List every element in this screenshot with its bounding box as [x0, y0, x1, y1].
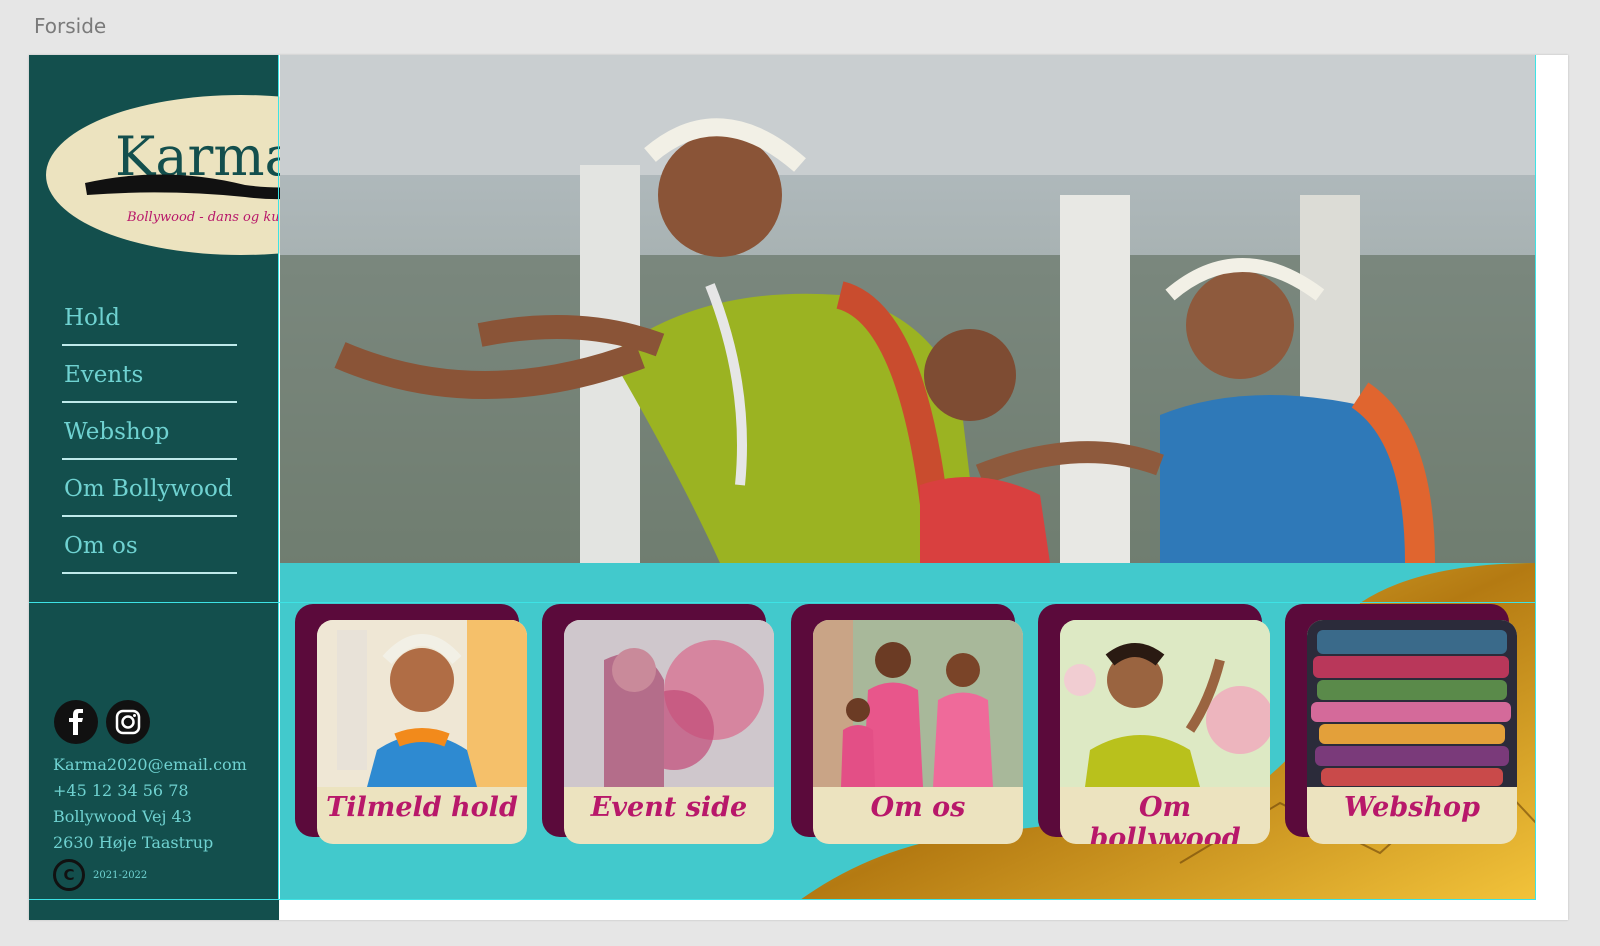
- copyright-years: 2021-2022: [93, 869, 148, 881]
- card-front: Om bollywood: [1060, 620, 1270, 844]
- main-nav: Hold Events Webshop Om Bollywood Om os: [62, 295, 237, 580]
- layout-guide: [29, 899, 1536, 900]
- contact-phone: +45 12 34 56 78: [53, 781, 189, 800]
- contact-city: 2630 Høje Taastrup: [53, 833, 214, 852]
- card-front: Tilmeld hold: [317, 620, 527, 844]
- contact-email[interactable]: Karma2020@email.com: [53, 752, 247, 778]
- card-label: Webshop: [1344, 792, 1480, 823]
- facebook-icon[interactable]: [54, 700, 98, 744]
- page-frame: Karma Bollywood - dans og kultur Hold Ev…: [29, 55, 1568, 920]
- card-photo: [1307, 620, 1517, 787]
- card-front: Event side: [564, 620, 774, 844]
- contact-street: Bollywood Vej 43: [53, 807, 192, 826]
- instagram-icon[interactable]: [106, 700, 150, 744]
- nav-item-events[interactable]: Events: [62, 352, 237, 409]
- card-tilmeld-hold[interactable]: Tilmeld hold: [295, 604, 527, 844]
- nav-item-om-os[interactable]: Om os: [62, 523, 237, 580]
- card-photo: [813, 620, 1023, 787]
- nav-item-label: Om Bollywood: [64, 476, 233, 502]
- hero-image: [280, 55, 1536, 563]
- layout-guide: [29, 602, 1536, 603]
- nav-item-label: Hold: [64, 305, 120, 331]
- card-webshop[interactable]: Webshop: [1285, 604, 1517, 844]
- card-photo: [317, 620, 527, 787]
- card-label: Tilmeld hold: [326, 792, 518, 823]
- nav-item-webshop[interactable]: Webshop: [62, 409, 237, 466]
- card-photo: [564, 620, 774, 787]
- card-front: Om os: [813, 620, 1023, 844]
- card-label: Event side: [590, 792, 748, 823]
- contact-info: Karma2020@email.com +45 12 34 56 78 Boll…: [53, 752, 247, 856]
- layout-guide: [1535, 55, 1536, 900]
- card-om-os[interactable]: Om os: [791, 604, 1023, 844]
- artboard-title: Forside: [34, 14, 107, 38]
- social-links: [54, 700, 150, 744]
- card-front: Webshop: [1307, 620, 1517, 844]
- copyright: C 2021-2022: [53, 859, 147, 891]
- nav-item-label: Om os: [64, 533, 138, 559]
- copyright-icon: C: [53, 859, 85, 891]
- card-photo: [1060, 620, 1270, 787]
- card-label: Om bollywood: [1089, 792, 1241, 844]
- card-om-bollywood[interactable]: Om bollywood: [1038, 604, 1270, 844]
- card-event-side[interactable]: Event side: [542, 604, 774, 844]
- nav-item-label: Events: [64, 362, 144, 388]
- nav-item-hold[interactable]: Hold: [62, 295, 237, 352]
- nav-item-om-bollywood[interactable]: Om Bollywood: [62, 466, 237, 523]
- nav-item-label: Webshop: [64, 419, 170, 445]
- card-label: Om os: [870, 792, 966, 823]
- sidebar: Karma Bollywood - dans og kultur Hold Ev…: [29, 55, 436, 920]
- layout-guide: [278, 55, 279, 900]
